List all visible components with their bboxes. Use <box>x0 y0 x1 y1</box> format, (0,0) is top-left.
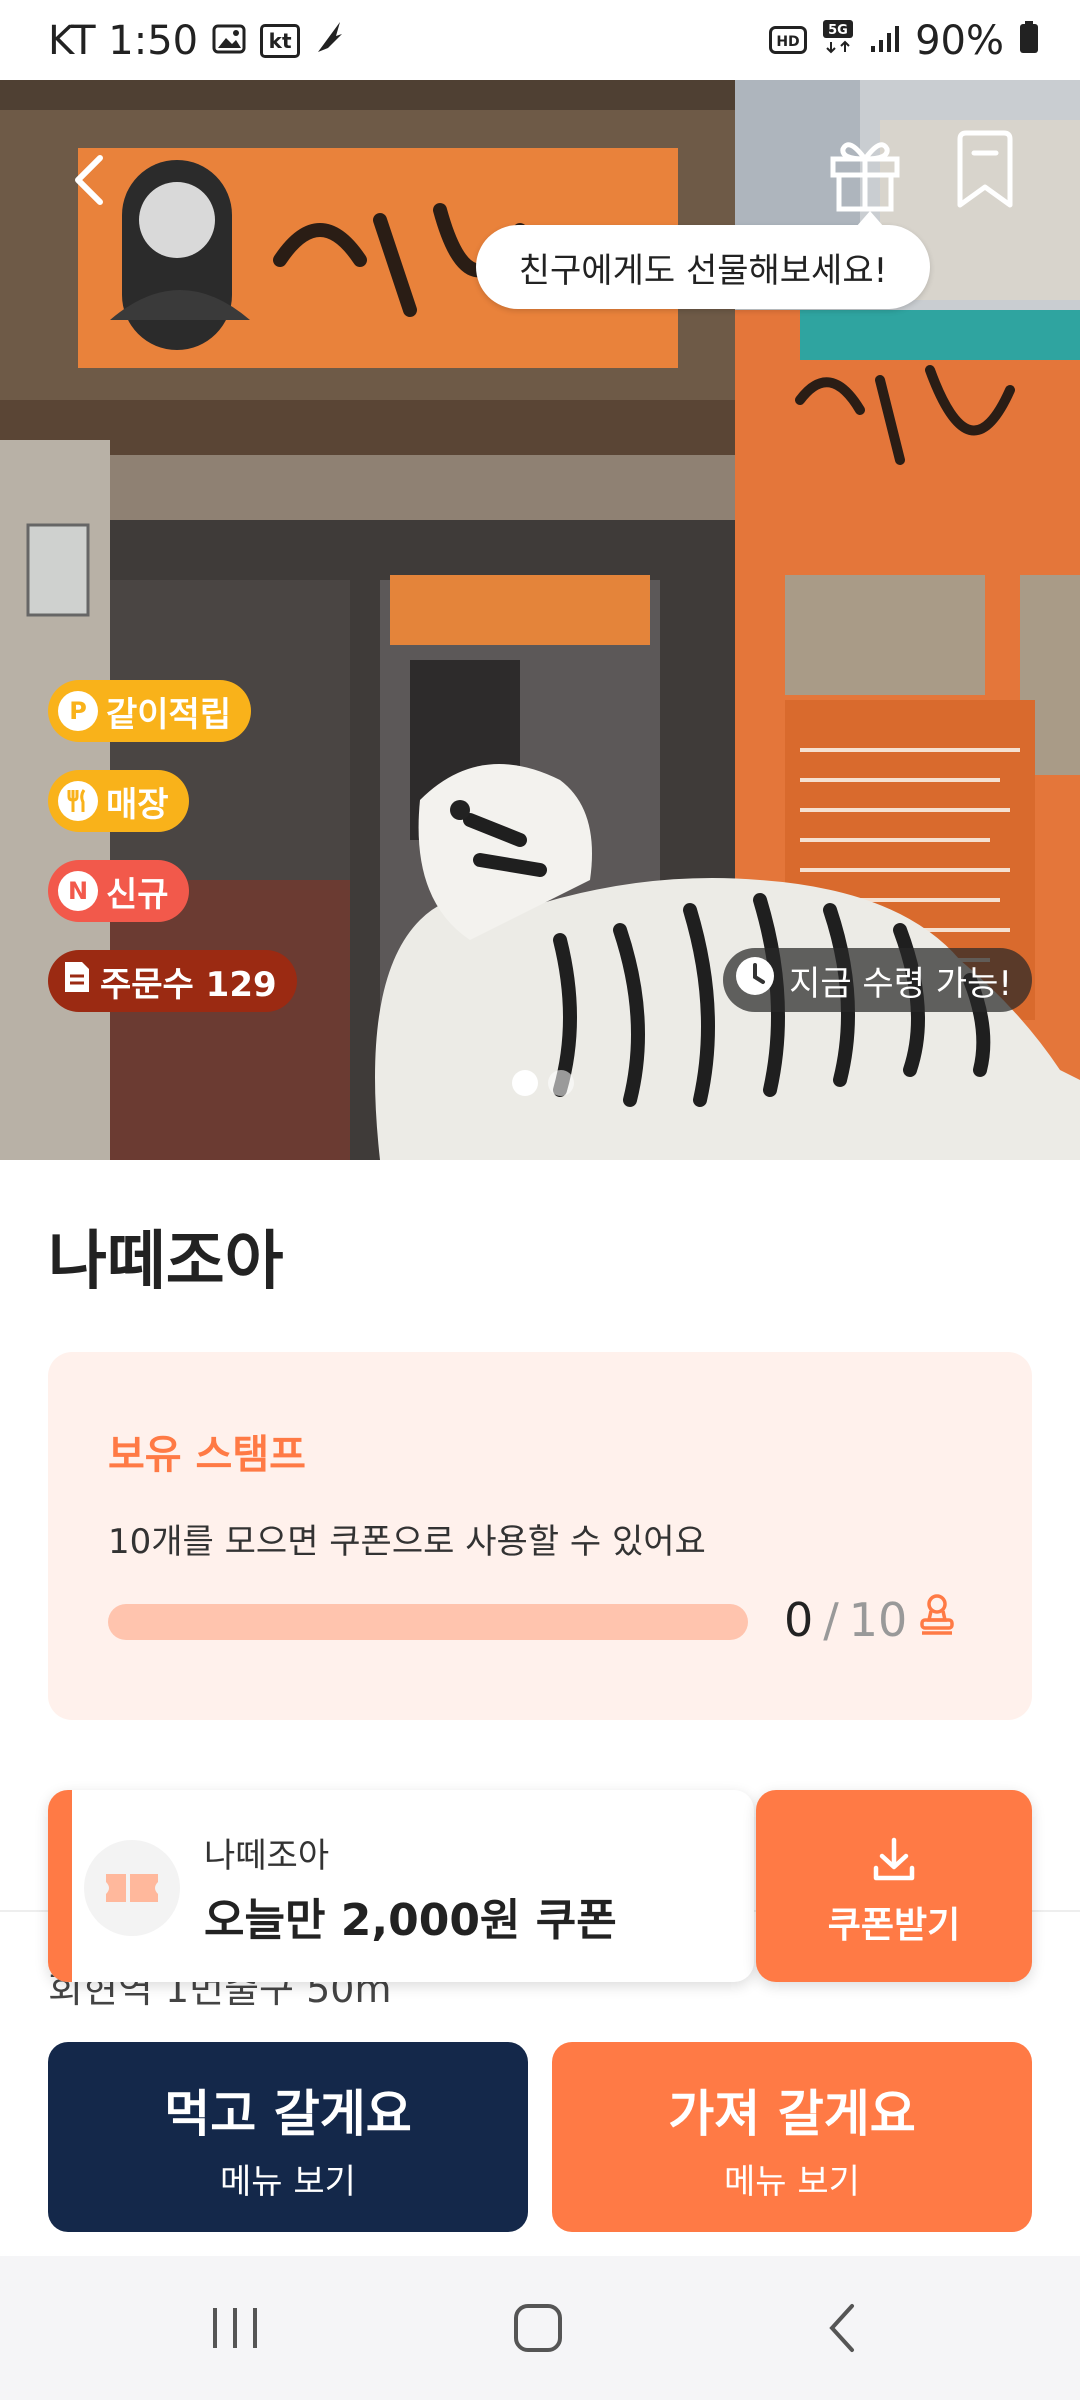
status-bar: KT 1:50 kt HD 5G 90% <box>0 0 1080 80</box>
bookmark-icon <box>957 130 1013 208</box>
stamp-progress-bar <box>108 1604 748 1640</box>
back-nav-icon[interactable] <box>818 2300 868 2356</box>
status-left: KT 1:50 kt <box>48 18 344 64</box>
store-name: 나떼조아 <box>48 1225 284 1299</box>
clock-icon <box>735 956 775 1005</box>
coupon-banner[interactable]: 나떼조아 오늘만 2,000원 쿠폰 <box>48 1790 754 1982</box>
feather-icon <box>314 18 344 64</box>
together-points-label: 같이적립 <box>106 694 232 735</box>
kt-icon: kt <box>260 24 301 58</box>
stamp-card: 보유 스탬프 10개를 모으면 쿠폰으로 사용할 수 있어요 0 / 10 <box>48 1352 1032 1720</box>
dine-in-label: 매장 <box>106 784 169 825</box>
take-out-button[interactable]: 가져 갈게요 메뉴 보기 <box>552 2042 1032 2232</box>
utensils-icon <box>58 781 98 821</box>
pickup-available-label: 지금 수령 가능! <box>789 963 1012 1004</box>
chevron-left-icon <box>75 155 103 205</box>
stamp-description: 10개를 모으면 쿠폰으로 사용할 수 있어요 <box>108 1522 706 1562</box>
image-icon <box>212 18 246 64</box>
carousel-indicator <box>512 1070 574 1096</box>
stamp-total: 10 <box>848 1592 908 1647</box>
document-icon <box>62 959 92 1004</box>
get-coupon-label: 쿠폰받기 <box>827 1905 961 1946</box>
stamp-icon <box>917 1592 957 1647</box>
battery-percent: 90% <box>915 18 1004 64</box>
ticket-icon <box>84 1840 180 1936</box>
order-count-label: 주문수 129 <box>100 964 277 1005</box>
carousel-dot[interactable] <box>548 1070 574 1096</box>
points-icon: P <box>58 691 98 731</box>
coupon-accent-bar <box>48 1790 72 1982</box>
svg-text:5G: 5G <box>828 23 848 38</box>
carrier-time: KT 1:50 <box>48 18 199 64</box>
gift-tooltip: 친구에게도 선물해보세요! <box>476 211 930 309</box>
recent-apps-icon[interactable] <box>205 2302 265 2354</box>
carousel-dot[interactable] <box>512 1070 538 1096</box>
coupon-title: 오늘만 2,000원 쿠폰 <box>204 1895 617 1946</box>
new-badge: N 신규 <box>48 860 189 922</box>
download-icon <box>873 1837 915 1881</box>
stamp-heading: 보유 스탬프 <box>108 1432 306 1478</box>
battery-icon <box>1018 18 1040 64</box>
store-hero-image[interactable]: 친구에게도 선물해보세요! P 같이적립 매장 N 신규 주문수 129 지금 … <box>0 80 1080 1160</box>
stamp-count: 0 / 10 <box>784 1592 957 1647</box>
status-right: HD 5G 90% <box>769 18 1040 64</box>
coupon-store-name: 나떼조아 <box>204 1836 330 1876</box>
eat-in-button[interactable]: 먹고 갈게요 메뉴 보기 <box>48 2042 528 2232</box>
stamp-separator: / <box>823 1592 839 1647</box>
svg-text:HD: HD <box>776 34 799 50</box>
new-icon: N <box>58 871 98 911</box>
take-out-label: 가져 갈게요 <box>668 2085 916 2143</box>
system-nav-bar <box>0 2256 1080 2400</box>
eat-in-menu-label: 메뉴 보기 <box>220 2162 356 2202</box>
take-out-menu-label: 메뉴 보기 <box>724 2162 860 2202</box>
together-points-badge: P 같이적립 <box>48 680 252 742</box>
stamp-current: 0 <box>784 1592 814 1647</box>
order-count-badge: 주문수 129 <box>48 950 297 1012</box>
home-icon[interactable] <box>508 2300 568 2356</box>
eat-in-label: 먹고 갈게요 <box>164 2085 412 2143</box>
get-coupon-button[interactable]: 쿠폰받기 <box>756 1790 1032 1982</box>
signal-icon <box>869 18 901 64</box>
pickup-available-badge: 지금 수령 가능! <box>723 948 1032 1012</box>
gift-button[interactable] <box>825 125 905 215</box>
back-button[interactable] <box>60 140 120 220</box>
bookmark-button[interactable] <box>950 125 1020 215</box>
new-label: 신규 <box>106 874 169 915</box>
hd-icon: HD <box>769 18 808 64</box>
gift-icon <box>830 142 900 212</box>
5g-icon: 5G <box>821 18 855 64</box>
dine-in-badge: 매장 <box>48 770 189 832</box>
